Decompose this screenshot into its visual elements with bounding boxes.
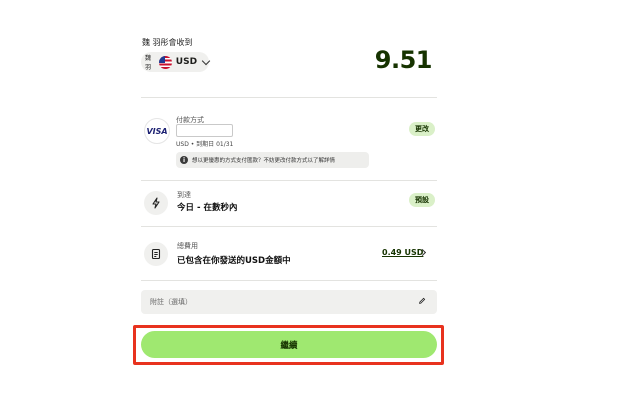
visa-card-icon: VISA [144, 118, 170, 144]
note-input[interactable]: 附註（選填） [141, 290, 437, 314]
fees-label: 總費用 [177, 242, 198, 250]
pencil-icon [419, 297, 426, 304]
default-speed-button[interactable]: 預設 [409, 193, 435, 207]
recipient-receives-label: 魏 羽彤會收到 [142, 38, 193, 47]
arrival-label: 到達 [177, 191, 191, 199]
arrival-value: 今日 - 在數秒內 [177, 203, 238, 213]
card-meta: USD • 到期日 01/31 [176, 141, 234, 148]
received-amount: 9.51 [374, 46, 433, 74]
continue-button[interactable]: 繼續 [141, 331, 437, 358]
divider [141, 226, 437, 227]
lightning-icon [144, 191, 168, 215]
note-placeholder: 附註（選填） [150, 298, 192, 306]
chevron-down-icon [201, 56, 211, 65]
change-payment-button[interactable]: 更改 [409, 122, 435, 136]
recipient-short-name: 魏羽 [145, 55, 152, 71]
info-icon: i [180, 156, 188, 164]
payment-info-banner: i 想以更優惠的方式支付匯款？不妨更改付款方式以了解詳情 [176, 152, 369, 168]
receipt-icon [144, 242, 168, 266]
divider [141, 280, 437, 281]
card-number-field [176, 124, 233, 137]
currency-selector[interactable]: 魏羽 USD [141, 52, 211, 72]
payment-info-text: 想以更優惠的方式支付匯款？不妨更改付款方式以了解詳情 [192, 158, 336, 164]
divider [141, 180, 437, 181]
fee-amount-link[interactable]: 0.49 USD [382, 248, 423, 257]
currency-code: USD [175, 57, 198, 67]
card-brand: VISA [146, 126, 168, 136]
fees-value: 已包含在你發送的USD金額中 [177, 256, 291, 266]
divider [141, 97, 437, 98]
us-flag-icon [158, 55, 172, 69]
